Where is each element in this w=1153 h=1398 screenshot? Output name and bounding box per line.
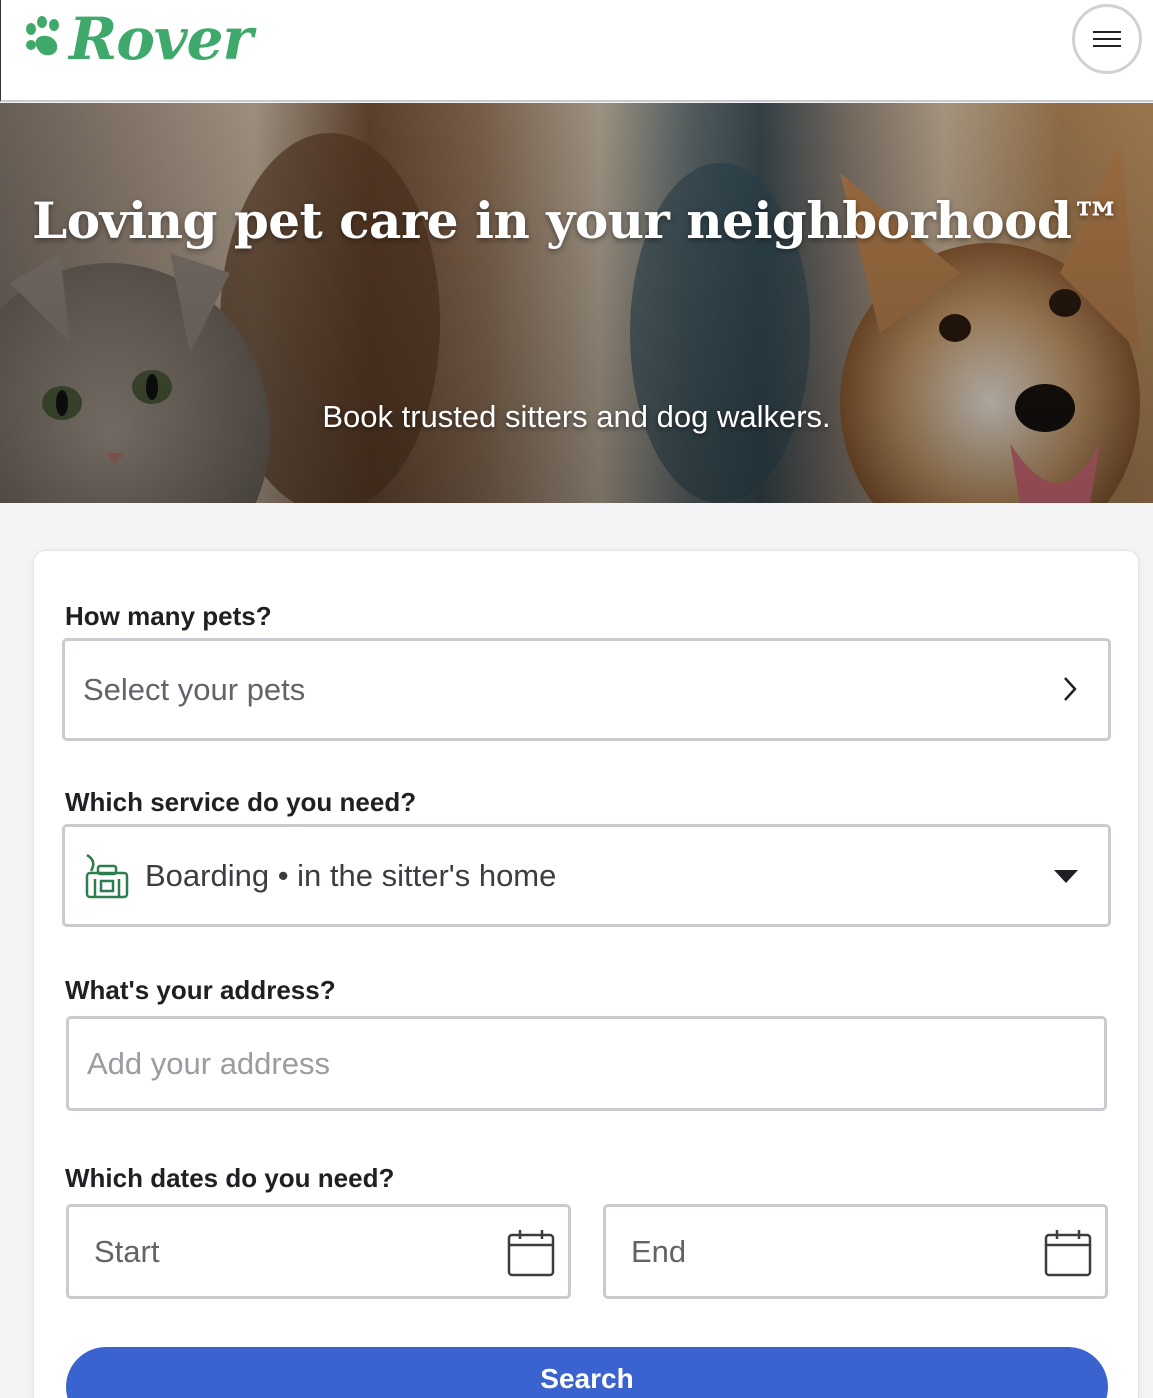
service-label: Which service do you need? [65,787,417,817]
pets-label: How many pets? [65,601,272,631]
chevron-right-icon [1064,677,1077,701]
hamburger-menu-icon-line [1093,38,1121,40]
address-label: What's your address? [65,975,336,1005]
menu-button[interactable] [1072,4,1142,74]
calendar-icon [507,1230,555,1277]
hero-photo [0,103,1153,503]
pets-select-placeholder: Select your pets [83,671,306,707]
site-header: Rover [0,0,1153,102]
end-date-input[interactable]: End [603,1204,1108,1299]
search-button[interactable]: Search [66,1347,1108,1398]
hamburger-menu-icon [1093,31,1121,33]
start-date-input[interactable]: Start [66,1204,571,1299]
calendar-icon [1044,1230,1092,1277]
search-form-card: How many pets? Select your pets Which se… [33,550,1139,1398]
service-dropdown-value: Boarding • in the sitter's home [145,857,557,893]
hero-title: Loving pet care in your neighborhood™ [32,191,1121,250]
pets-select[interactable]: Select your pets [62,638,1111,741]
boarding-icon [85,853,129,898]
rover-logo[interactable]: Rover [23,4,253,74]
paw-icon [26,16,59,56]
logo-wordmark: Rover [69,5,253,73]
address-input[interactable]: Add your address [66,1016,1107,1111]
hero-subtitle: Book trusted sitters and dog walkers. [322,399,831,434]
start-date-placeholder: Start [94,1233,160,1269]
hero-banner: Loving pet care in your neighborhood™ Bo… [0,103,1153,503]
address-input-placeholder: Add your address [87,1045,330,1081]
end-date-placeholder: End [631,1233,687,1269]
dates-label: Which dates do you need? [65,1163,395,1193]
service-dropdown[interactable]: Boarding • in the sitter's home [62,824,1111,927]
caret-down-icon [1054,870,1078,883]
hamburger-menu-icon-line [1093,45,1121,47]
